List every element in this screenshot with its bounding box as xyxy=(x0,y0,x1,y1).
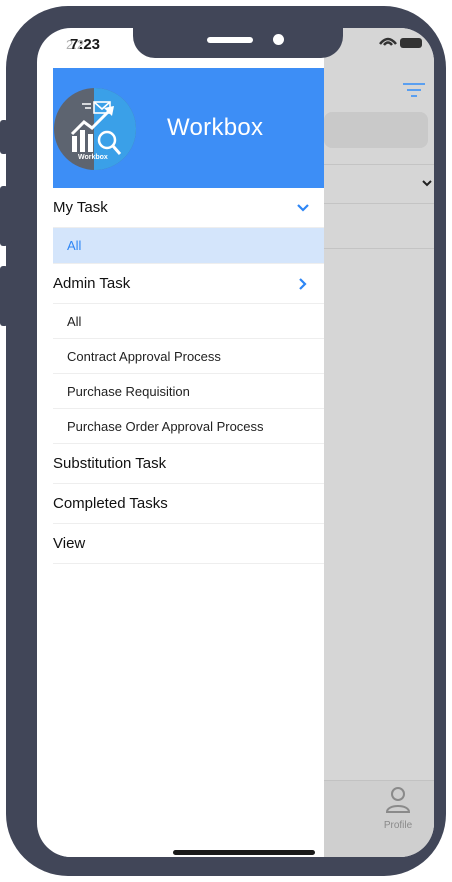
menu-item-completed-tasks[interactable]: Completed Tasks xyxy=(53,484,324,524)
camera xyxy=(273,34,284,45)
background-search-bar[interactable] xyxy=(324,112,428,148)
chevron-down-icon xyxy=(297,204,309,212)
menu-item-purchase-order-approval[interactable]: Purchase Order Approval Process xyxy=(53,409,324,444)
menu-item-admin-all[interactable]: All xyxy=(53,304,324,339)
status-time: 2:22 7:23 xyxy=(66,36,101,53)
phone-screen: Profile 2:22 7:23 Workbox Workbox My Tas… xyxy=(37,28,434,857)
menu-item-label: Completed Tasks xyxy=(53,495,168,512)
menu-item-my-task[interactable]: My Task xyxy=(53,188,324,228)
filter-icon[interactable] xyxy=(403,82,425,98)
tab-profile[interactable]: Profile xyxy=(376,786,420,831)
background-screen xyxy=(324,28,434,857)
background-dropdown[interactable] xyxy=(324,164,434,204)
speaker xyxy=(207,37,253,43)
battery-icon xyxy=(400,38,422,48)
home-indicator[interactable] xyxy=(173,850,315,855)
status-icons xyxy=(379,37,422,48)
status-time-value: 7:23 xyxy=(70,36,101,53)
menu-item-label: Contract Approval Process xyxy=(67,348,221,364)
notch xyxy=(133,28,343,58)
navigation-drawer: Workbox Workbox My Task All Admin Task A… xyxy=(53,68,324,857)
menu-item-my-task-all[interactable]: All xyxy=(53,228,324,264)
menu-item-label: My Task xyxy=(53,199,108,216)
menu-item-label: Purchase Order Approval Process xyxy=(67,418,264,434)
menu-item-admin-task[interactable]: Admin Task xyxy=(53,264,324,304)
chevron-down-icon xyxy=(422,180,432,187)
menu-item-label: View xyxy=(53,535,86,552)
menu-item-label: Admin Task xyxy=(53,275,131,292)
menu-item-contract-approval[interactable]: Contract Approval Process xyxy=(53,339,324,374)
volume-up-button xyxy=(0,186,8,246)
menu-item-label: All xyxy=(67,313,82,329)
user-icon xyxy=(385,787,411,813)
workbox-logo: Workbox xyxy=(54,88,136,170)
divider xyxy=(324,248,434,249)
volume-down-button xyxy=(0,266,8,326)
chevron-right-icon xyxy=(299,278,307,290)
menu-item-label: Purchase Requisition xyxy=(67,383,190,399)
drawer-header: Workbox Workbox xyxy=(53,68,324,188)
mute-switch xyxy=(0,120,8,154)
tab-profile-label: Profile xyxy=(383,820,413,831)
menu-item-view[interactable]: View xyxy=(53,524,324,564)
brand-title: Workbox xyxy=(167,114,264,141)
menu-item-purchase-requisition[interactable]: Purchase Requisition xyxy=(53,374,324,409)
logo-text: Workbox xyxy=(78,154,108,161)
menu-item-label: Substitution Task xyxy=(53,455,167,472)
menu-item-label: All xyxy=(67,238,82,253)
menu-item-substitution-task[interactable]: Substitution Task xyxy=(53,444,324,484)
drawer-menu: My Task All Admin Task All Contract Appr… xyxy=(53,188,324,564)
